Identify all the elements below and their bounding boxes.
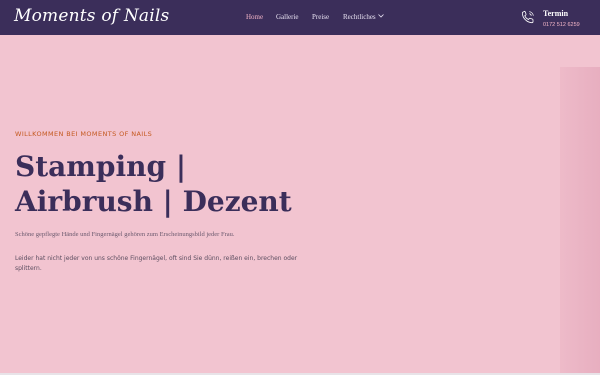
nav-item-home[interactable]: Home: [246, 13, 263, 21]
hero-headline-line-1: Stamping |: [15, 150, 187, 183]
nav-item-gallerie[interactable]: Gallerie: [276, 13, 299, 21]
hero-intro-serif: Schöne gepflegte Hände und Fingernägel g…: [15, 231, 235, 238]
hero-headline: Stamping | Airbrush | Dezent: [15, 149, 345, 219]
hero-headline-line-2: Airbrush | Dezent: [15, 185, 292, 218]
phone-icon[interactable]: [520, 9, 536, 25]
termin-phone-number[interactable]: 0172 512 6259: [543, 22, 580, 28]
termin-title[interactable]: Termin: [543, 9, 568, 18]
chevron-down-icon: [377, 14, 384, 18]
hero-eyebrow: WILLKOMMEN BEI MOMENTS OF NAILS: [15, 130, 153, 138]
nav-item-rechtliches-label: Rechtliches: [343, 13, 376, 21]
site-logo[interactable]: Moments of Nails: [14, 6, 169, 26]
site-header: Moments of Nails Home Gallerie Preise Re…: [0, 0, 600, 35]
hero-background-image: [560, 67, 600, 375]
nav-item-rechtliches[interactable]: Rechtliches: [343, 13, 384, 21]
nav-item-preise[interactable]: Preise: [312, 13, 329, 21]
hero-intro-sans: Leider hat nicht jeder von uns schöne Fi…: [15, 255, 298, 272]
